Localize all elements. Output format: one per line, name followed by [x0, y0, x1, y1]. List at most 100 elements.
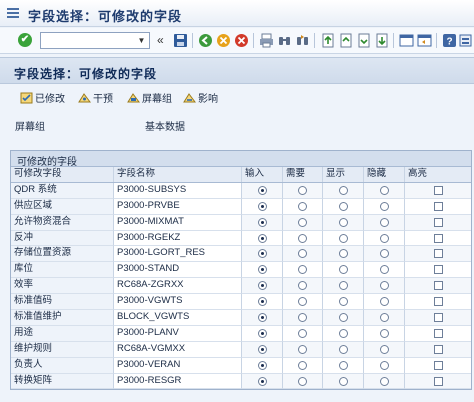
radio-hidden[interactable]: [379, 217, 389, 227]
highlight-checkbox[interactable]: [433, 297, 443, 307]
radio-required[interactable]: [298, 249, 307, 259]
influence-button[interactable]: 干预: [78, 90, 113, 105]
radio-display[interactable]: [338, 217, 348, 227]
radio-display[interactable]: [338, 328, 348, 338]
highlight-checkbox[interactable]: [433, 201, 443, 211]
radio-hidden[interactable]: [379, 328, 389, 338]
exit-icon[interactable]: [216, 33, 231, 48]
radio-hidden[interactable]: [379, 312, 389, 322]
changed-button[interactable]: 已修改: [20, 90, 65, 105]
highlight-checkbox[interactable]: [433, 312, 443, 322]
radio-hidden[interactable]: [379, 185, 389, 195]
radio-hidden[interactable]: [379, 360, 389, 370]
radio-display[interactable]: [338, 312, 348, 322]
last-page-icon[interactable]: [374, 33, 389, 48]
radio-input[interactable]: [257, 360, 267, 370]
radio-hidden[interactable]: [379, 249, 389, 259]
radio-required[interactable]: [298, 265, 307, 275]
highlight-checkbox[interactable]: [433, 217, 443, 227]
radio-display[interactable]: [338, 185, 348, 195]
radio-display[interactable]: [338, 281, 348, 291]
help-icon[interactable]: ?: [442, 33, 457, 48]
radio-input[interactable]: [257, 376, 267, 386]
radio-hidden[interactable]: [379, 201, 389, 211]
radio-display[interactable]: [338, 201, 348, 211]
column-header[interactable]: 显示: [323, 167, 364, 182]
enter-icon[interactable]: ✔: [18, 33, 32, 47]
radio-hidden[interactable]: [379, 265, 389, 275]
cancel-icon[interactable]: [234, 33, 249, 48]
column-header[interactable]: 字段名称: [114, 167, 242, 182]
highlight-checkbox[interactable]: [433, 265, 443, 275]
radio-hidden[interactable]: [379, 233, 389, 243]
first-page-icon[interactable]: [320, 33, 335, 48]
radio-hidden[interactable]: [379, 281, 389, 291]
layout-icon[interactable]: [459, 33, 472, 48]
column-header[interactable]: 输入: [242, 167, 283, 182]
radio-cell-input: [242, 310, 283, 326]
radio-display[interactable]: [338, 344, 348, 354]
save-icon[interactable]: [173, 33, 188, 48]
effect-button[interactable]: 影响: [183, 90, 218, 105]
radio-required[interactable]: [298, 281, 307, 291]
radio-input[interactable]: [257, 265, 267, 275]
radio-input[interactable]: [257, 201, 267, 211]
radio-input[interactable]: [257, 344, 267, 354]
radio-cell-display: [323, 182, 364, 199]
radio-display[interactable]: [338, 360, 348, 370]
radio-required[interactable]: [298, 360, 307, 370]
radio-input[interactable]: [257, 328, 267, 338]
radio-required[interactable]: [298, 185, 307, 195]
radio-required[interactable]: [298, 297, 307, 307]
toolbar-overflow-icon[interactable]: «: [157, 33, 164, 47]
print-icon[interactable]: [259, 33, 274, 48]
radio-display[interactable]: [338, 249, 348, 259]
find-icon[interactable]: [277, 33, 292, 48]
radio-display[interactable]: [338, 376, 348, 386]
column-header[interactable]: 可修改字段: [11, 167, 114, 182]
radio-input[interactable]: [257, 185, 267, 195]
radio-input[interactable]: [257, 297, 267, 307]
previous-page-icon[interactable]: [338, 33, 353, 48]
radio-required[interactable]: [298, 312, 307, 322]
radio-hidden[interactable]: [379, 376, 389, 386]
field-name: P3000-RESGR: [114, 373, 242, 390]
find-next-icon[interactable]: [295, 33, 310, 48]
radio-required[interactable]: [298, 233, 307, 243]
column-header[interactable]: 隐藏: [364, 167, 405, 182]
highlight-checkbox[interactable]: [433, 281, 443, 291]
highlight-checkbox[interactable]: [433, 344, 443, 354]
chevron-down-icon[interactable]: ▼: [135, 34, 148, 47]
highlight-checkbox[interactable]: [433, 360, 443, 370]
highlight-checkbox[interactable]: [433, 185, 443, 195]
radio-required[interactable]: [298, 344, 307, 354]
radio-required[interactable]: [298, 201, 307, 211]
radio-display[interactable]: [338, 297, 348, 307]
new-session-icon[interactable]: [399, 33, 414, 48]
radio-input[interactable]: [257, 312, 267, 322]
highlight-checkbox[interactable]: [433, 249, 443, 259]
radio-hidden[interactable]: [379, 344, 389, 354]
radio-required[interactable]: [298, 217, 307, 227]
screen-group-button[interactable]: 屏幕组: [127, 90, 172, 105]
column-header[interactable]: 需要: [283, 167, 323, 182]
radio-display[interactable]: [338, 265, 348, 275]
highlight-checkbox[interactable]: [433, 328, 443, 338]
next-page-icon[interactable]: [356, 33, 371, 48]
highlight-checkbox[interactable]: [433, 376, 443, 386]
column-header[interactable]: 高亮: [405, 167, 471, 182]
radio-input[interactable]: [257, 281, 267, 291]
shortcut-icon[interactable]: [417, 33, 432, 48]
command-field[interactable]: ▼: [40, 32, 150, 49]
radio-input[interactable]: [257, 249, 267, 259]
back-icon[interactable]: [198, 33, 213, 48]
highlight-checkbox[interactable]: [433, 233, 443, 243]
radio-input[interactable]: [257, 217, 267, 227]
radio-input[interactable]: [257, 233, 267, 243]
radio-display[interactable]: [338, 233, 348, 243]
radio-required[interactable]: [298, 376, 307, 386]
field-name: P3000-MIXMAT: [114, 214, 242, 231]
sap-menu-icon[interactable]: [6, 6, 20, 20]
radio-required[interactable]: [298, 328, 307, 338]
radio-hidden[interactable]: [379, 297, 389, 307]
